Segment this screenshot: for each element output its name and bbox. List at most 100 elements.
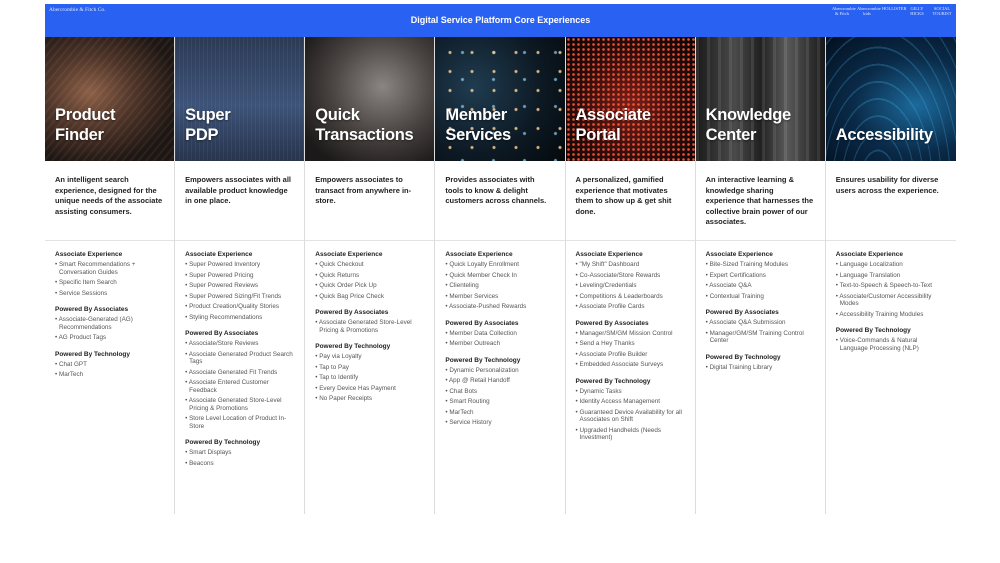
partner-logo: SOCIAL TOURIST [932, 6, 952, 16]
hero-image: Super PDP [175, 37, 305, 161]
list-item: Dynamic Personalization [445, 367, 554, 375]
experience-title: Member Services [445, 106, 511, 144]
experience-title: Knowledge Center [705, 106, 792, 144]
list-item: Smart Recommendations + Conversation Gui… [55, 261, 164, 276]
list-item: Quick Returns [315, 272, 424, 280]
list-item: Language Translation [836, 272, 946, 280]
list-item: Send a Hey Thanks [576, 340, 685, 348]
partner-logo: HOLLISTER [882, 6, 907, 11]
experiences-board: Abercrombie & Fitch Co. Digital Service … [45, 4, 956, 514]
section-title: Powered By Technology [575, 377, 651, 385]
list-item: Guaranteed Device Availability for all A… [576, 409, 685, 424]
list-item: Associate Entered Customer Feedback [185, 379, 294, 394]
section-title: Associate Experience [315, 251, 383, 258]
hero-image: Accessibility [825, 37, 956, 161]
list-item: App @ Retail Handoff [445, 377, 554, 385]
list-item: Every Device Has Payment [315, 385, 424, 393]
list-item: Styling Recommendations [185, 314, 294, 322]
section-title: Powered By Technology [55, 350, 131, 358]
section-title: Associate Experience [575, 251, 643, 258]
list-item: Clienteling [445, 282, 554, 290]
section: Powered By Technology Digital Training Li… [706, 354, 815, 372]
list-item: Store Level Location of Product In-Store [185, 415, 294, 430]
experience-column: Super PDP Empowers associates with all av… [175, 37, 306, 514]
hero-image: Member Services [435, 37, 565, 161]
list-item: Service History [445, 419, 554, 427]
list-item: No Paper Receipts [315, 395, 424, 403]
list-item: Quick Bag Price Check [315, 293, 424, 301]
section-title: Powered By Technology [705, 353, 781, 361]
list-item: Pay via Loyalty [315, 353, 424, 361]
list-item: Smart Displays [185, 449, 294, 457]
experience-sections: Associate Experience Language Localizatio… [826, 241, 956, 352]
list-item: Member Services [445, 293, 554, 301]
experience-description: Empowers associates with all available p… [175, 161, 305, 241]
section-title: Powered By Technology [315, 343, 391, 350]
experience-description: An interactive learning & knowledge shar… [695, 161, 825, 241]
section: Powered By Technology Chat GPT MarTech [55, 351, 164, 379]
section-title: Associate Experience [445, 251, 513, 258]
list-item: Associate Generated Store-Level Pricing … [315, 319, 424, 334]
list-item: Dynamic Tasks [576, 388, 685, 396]
section: Associate Experience Smart Recommendation… [55, 251, 164, 297]
experience-sections: Associate Experience Bite-Sized Training … [696, 241, 825, 371]
section-title: Powered By Associates [705, 309, 779, 316]
section: Associate Experience Quick Checkout Quick … [315, 251, 424, 300]
list-item: Super Powered Inventory [185, 261, 294, 269]
section-title: Associate Experience [705, 251, 773, 258]
list-item: Associate-Generated (AG) Recommendations [55, 316, 164, 331]
section: Powered By Associates Associate/Store Rev… [185, 330, 294, 430]
list-item: Accessibility Training Modules [836, 311, 946, 319]
list-item: Manager/GM/SM Training Control Center [706, 330, 815, 345]
experience-description: Empowers associates to transact from any… [305, 161, 435, 241]
list-item: Associate/Store Reviews [185, 340, 294, 348]
section: Associate Experience Language Localizatio… [836, 251, 946, 318]
list-item: Super Powered Pricing [185, 272, 294, 280]
experience-column: Accessibility Ensures usability for diver… [825, 37, 956, 514]
section: Powered By Associates Associate Q&A Submi… [706, 309, 815, 345]
section: Powered By Technology Smart Displays Beaco… [185, 439, 294, 467]
list-item: Quick Loyalty Enrollment [445, 261, 554, 269]
list-item: Digital Training Library [706, 364, 815, 372]
section: Powered By Technology Dynamic Personaliza… [445, 357, 554, 427]
section-title: Powered By Associates [315, 309, 389, 316]
list-item: Co-Associate/Store Rewards [576, 272, 685, 280]
list-item: Super Powered Reviews [185, 282, 294, 290]
section-title: Powered By Associates [55, 306, 129, 313]
list-item: Quick Member Check In [445, 272, 554, 280]
list-item: Associate/Customer Accessibility Modes [836, 293, 946, 308]
list-item: Super Powered Sizing/Fit Trends [185, 293, 294, 301]
hero-image: Quick Transactions [305, 37, 435, 161]
list-item: Leveling/Credentials [576, 282, 685, 290]
header-bar: Abercrombie & Fitch Co. Digital Service … [45, 4, 956, 37]
list-item: Upgraded Handhelds (Needs Investment) [576, 427, 685, 442]
list-item: Embedded Associate Surveys [576, 361, 685, 369]
experience-sections: Associate Experience "My Shift" Dashboard… [566, 241, 695, 442]
experience-title: Super PDP [185, 106, 231, 144]
experience-column: Knowledge Center An interactive learning … [695, 37, 826, 514]
list-item: Associate-Pushed Rewards [445, 303, 554, 311]
list-item: Associate Generated Product Search Tags [185, 351, 294, 366]
experience-sections: Associate Experience Smart Recommendation… [45, 241, 174, 379]
partner-logo: Abercrombie kids [857, 6, 881, 16]
list-item: Associate Generated Fit Trends [185, 369, 294, 377]
experience-description: Ensures usability for diverse users acro… [825, 161, 956, 241]
section: Powered By Associates Member Data Collect… [445, 320, 554, 348]
list-item: Associate Profile Builder [576, 351, 685, 359]
section: Powered By Technology Pay via Loyalty Tap … [315, 343, 424, 403]
experience-columns: Product Finder An intelligent search expe… [45, 37, 956, 514]
section-title: Associate Experience [55, 251, 123, 258]
section-title: Associate Experience [185, 251, 253, 258]
partner-logos: Abercrombie & Fitch Abercrombie kids HOL… [832, 6, 952, 16]
list-item: MarTech [55, 371, 164, 379]
section-title: Powered By Associates [575, 319, 649, 327]
list-item: Specific Item Search [55, 279, 164, 287]
list-item: Contextual Training [706, 293, 815, 301]
list-item: Competitions & Leaderboards [576, 293, 685, 301]
experience-sections: Associate Experience Quick Checkout Quick … [305, 241, 434, 403]
experience-description: Provides associates with tools to know &… [435, 161, 565, 241]
experience-title: Quick Transactions [315, 106, 414, 144]
list-item: Tap to Pay [315, 364, 424, 372]
experience-description: A personalized, gamified experience that… [565, 161, 695, 241]
hero-image: Knowledge Center [695, 37, 825, 161]
